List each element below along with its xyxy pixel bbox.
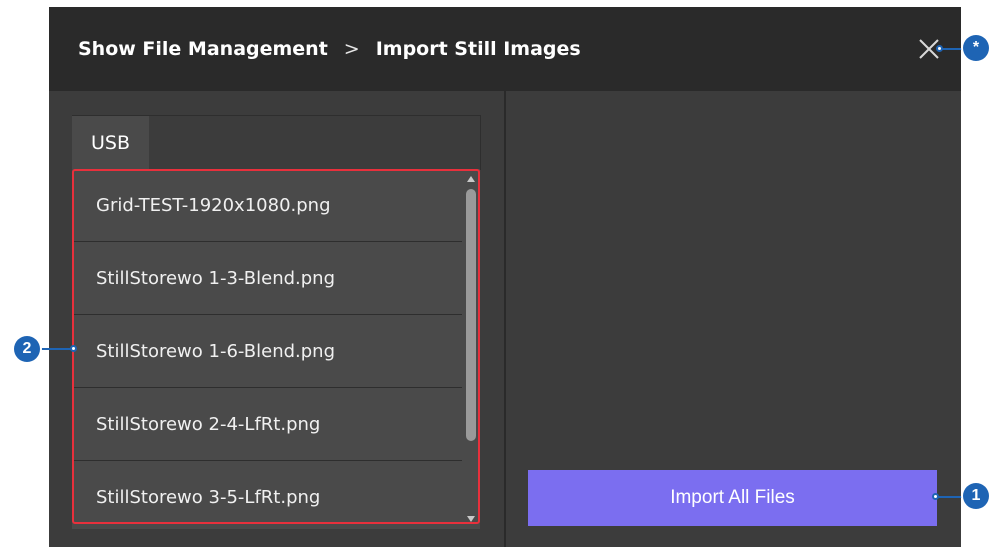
file-list-item[interactable]: StillStorewo 1-3-Blend.png [72, 242, 480, 315]
import-all-files-button[interactable]: Import All Files [528, 470, 937, 526]
callout-2-leader-dot [70, 345, 77, 352]
callout-badge-close: * [963, 35, 989, 61]
callout-badge-file-list: 2 [14, 336, 40, 362]
breadcrumb: Show File Management > Import Still Imag… [78, 38, 581, 60]
file-list-item[interactable]: StillStorewo 3-5-LfRt.png [72, 461, 480, 529]
scrollbar-thumb[interactable] [466, 189, 476, 441]
source-panel: USB Grid-TEST-1920x1080.png StillStorewo… [49, 91, 504, 547]
action-panel: Import All Files [506, 91, 961, 547]
breadcrumb-parent[interactable]: Show File Management [78, 38, 328, 60]
source-tab-bar: USB [72, 115, 481, 170]
file-list-item[interactable]: Grid-TEST-1920x1080.png [72, 169, 480, 242]
dialog-header: Show File Management > Import Still Imag… [49, 7, 961, 91]
import-still-images-dialog: Show File Management > Import Still Imag… [49, 7, 961, 547]
file-list-item[interactable]: StillStorewo 2-4-LfRt.png [72, 388, 480, 461]
callout-1-leader-dot [932, 493, 939, 500]
file-list-item[interactable]: StillStorewo 1-6-Blend.png [72, 315, 480, 388]
scroll-down-icon[interactable] [467, 516, 475, 522]
file-list-scrollbar[interactable] [462, 169, 480, 529]
callout-1-leader [936, 496, 966, 498]
callout-2-leader [40, 348, 74, 350]
breadcrumb-current: Import Still Images [375, 38, 581, 60]
breadcrumb-separator: > [343, 38, 360, 60]
file-list[interactable]: Grid-TEST-1920x1080.png StillStorewo 1-3… [72, 169, 480, 529]
scroll-up-icon[interactable] [467, 176, 475, 182]
tab-usb[interactable]: USB [72, 116, 149, 170]
callout-close-leader-dot [936, 45, 943, 52]
callout-badge-import-button: 1 [963, 483, 989, 509]
